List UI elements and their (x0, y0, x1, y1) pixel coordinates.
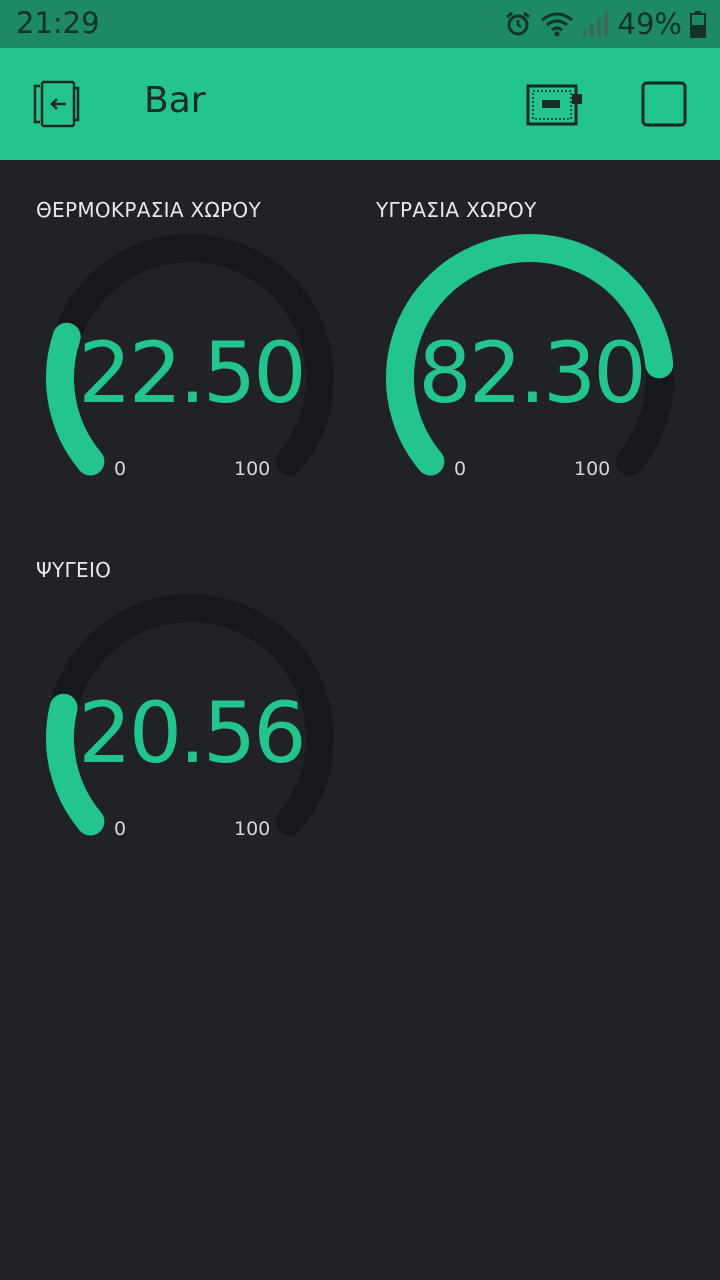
gauge-label: ΥΓΡΑΣΙΑ ΧΩΡΟΥ (376, 198, 537, 222)
gauge-label: ΘΕΡΜΟΚΡΑΣΙΑ ΧΩΡΟΥ (36, 198, 261, 222)
gauge-max: 100 (234, 818, 271, 840)
gauge-temperature[interactable]: ΘΕΡΜΟΚΡΑΣΙΑ ΧΩΡΟΥ 22.50 0 100 (36, 198, 356, 498)
gauge-value: 22.50 (78, 324, 306, 422)
gauge-max: 100 (234, 458, 271, 480)
signal-icon (582, 10, 608, 38)
battery-percent: 49% (617, 7, 682, 41)
status-time: 21:29 (16, 6, 100, 40)
alarm-icon (504, 10, 532, 38)
battery-icon (690, 10, 706, 38)
stop-icon[interactable] (641, 81, 687, 131)
gauge-max: 100 (574, 458, 611, 480)
gauge-min: 0 (114, 458, 127, 480)
gauge-fridge[interactable]: ΨΥΓΕΙΟ 20.56 0 100 (36, 558, 356, 858)
gauge-min: 0 (454, 458, 467, 480)
status-icons: 49% (504, 6, 706, 42)
page-title: Bar (144, 80, 206, 121)
gauge-humidity[interactable]: ΥΓΡΑΣΙΑ ΧΩΡΟΥ 82.30 0 100 (376, 198, 696, 498)
gauge-min: 0 (114, 818, 127, 840)
wifi-icon (540, 10, 574, 38)
gauge-label: ΨΥΓΕΙΟ (36, 558, 112, 582)
device-icon[interactable] (526, 84, 584, 130)
app-bar: Bar (0, 48, 720, 160)
status-bar: 21:29 49% (0, 0, 720, 48)
gauge-value: 20.56 (78, 684, 306, 782)
gauge-value: 82.30 (418, 324, 646, 422)
exit-icon[interactable] (32, 80, 82, 132)
